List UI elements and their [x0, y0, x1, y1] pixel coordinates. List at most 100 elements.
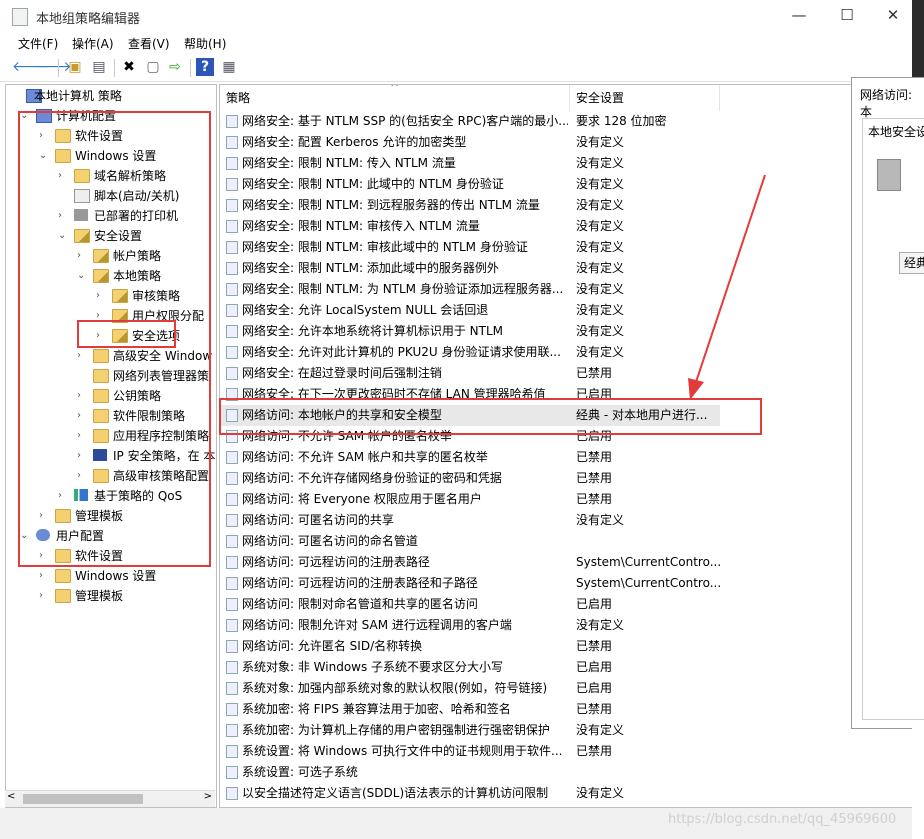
menu-help[interactable]: 帮助(H) — [184, 35, 226, 52]
policy-icon — [226, 220, 238, 233]
policy-row[interactable]: 网络安全: 配置 Kerberos 允许的加密类型 没有定义 — [220, 132, 720, 153]
toolbar-separator — [58, 59, 59, 77]
policy-name: 网络访问: 不允许存储网络身份验证的密码和凭据 — [242, 471, 502, 485]
policy-list-pane[interactable]: 策略 安全设置 ^ 网络安全: 基于 NTLM SSP 的(包括安全 RPC)客… — [219, 84, 914, 808]
policy-row[interactable]: 系统对象: 加强内部系统对象的默认权限(例如，符号链接) 已启用 — [220, 678, 720, 699]
expand-icon[interactable]: › — [39, 566, 49, 586]
up-folder-icon[interactable]: ▣ — [66, 58, 84, 76]
tree-item-label: 管理模板 — [75, 589, 124, 603]
tree-horizontal-scrollbar[interactable]: < > — [5, 790, 215, 807]
policy-icon — [226, 661, 238, 674]
back-icon[interactable]: 🡐 — [12, 58, 50, 76]
show-tree-icon[interactable]: ▤ — [90, 58, 108, 76]
policy-name: 网络访问: 可匿名访问的共享 — [242, 513, 394, 527]
policy-icon — [226, 115, 238, 128]
policy-row[interactable]: 网络安全: 限制 NTLM: 此域中的 NTLM 身份验证 没有定义 — [220, 174, 720, 195]
menu-file[interactable]: 文件(F) — [18, 35, 58, 52]
policy-name: 网络访问: 可远程访问的注册表路径 — [242, 555, 430, 569]
policy-name: 网络安全: 配置 Kerberos 允许的加密类型 — [242, 135, 467, 149]
policy-row[interactable]: 网络访问: 将 Everyone 权限应用于匿名用户 已禁用 — [220, 489, 720, 510]
policy-row[interactable]: 系统对象: 非 Windows 子系统不要求区分大小写 已启用 — [220, 657, 720, 678]
delete-icon[interactable]: ✖ — [120, 58, 138, 76]
policy-row[interactable]: 网络访问: 可匿名访问的共享 没有定义 — [220, 510, 720, 531]
policy-name: 网络安全: 允许 LocalSystem NULL 会话回退 — [242, 303, 489, 317]
policy-setting: 没有定义 — [576, 135, 625, 149]
minimize-button[interactable]: — — [776, 0, 822, 32]
properties-icon[interactable]: ▢ — [144, 58, 162, 76]
policy-row[interactable]: 网络访问: 可匿名访问的命名管道 — [220, 531, 720, 552]
policy-row[interactable]: 以安全描述符定义语言(SDDL)语法表示的计算机访问限制 没有定义 — [220, 783, 720, 804]
policy-icon — [226, 724, 238, 737]
policy-name: 网络安全: 在超过登录时间后强制注销 — [242, 366, 442, 380]
policy-icon — [226, 136, 238, 149]
expand-icon[interactable]: › — [39, 586, 49, 606]
policy-icon — [226, 325, 238, 338]
menu-action[interactable]: 操作(A) — [72, 35, 114, 52]
policy-row[interactable]: 系统设置: 将 Windows 可执行文件中的证书规则用于软件... 已禁用 — [220, 741, 720, 762]
toolbar-separator — [190, 59, 191, 77]
dialog-dropdown[interactable]: 经典 — [899, 252, 924, 274]
policy-row[interactable]: 网络安全: 基于 NTLM SSP 的(包括安全 RPC)客户端的最小... 要求… — [220, 111, 720, 132]
server-icon — [877, 159, 901, 191]
forward-icon[interactable]: 🡒 — [34, 58, 72, 76]
help-icon[interactable]: ? — [196, 58, 214, 76]
policy-row[interactable]: 网络访问: 允许匿名 SID/名称转换 已禁用 — [220, 636, 720, 657]
policy-setting: 没有定义 — [576, 786, 625, 800]
folder-icon — [55, 589, 71, 603]
policy-name: 系统加密: 将 FIPS 兼容算法用于加密、哈希和签名 — [242, 702, 511, 716]
policy-icon — [226, 493, 238, 506]
policy-setting: 没有定义 — [576, 618, 625, 632]
policy-row[interactable]: 网络安全: 允许本地系统将计算机标识用于 NTLM 没有定义 — [220, 321, 720, 342]
policy-name: 网络访问: 限制允许对 SAM 进行远程调用的客户端 — [242, 618, 512, 632]
policy-icon — [226, 346, 238, 359]
policy-icon — [226, 766, 238, 779]
annotation-arrow — [688, 174, 766, 400]
window-title: 本地组策略编辑器 — [36, 12, 141, 27]
scroll-left-icon[interactable]: < — [7, 791, 15, 802]
policy-icon — [226, 514, 238, 527]
menu-view[interactable]: 查看(V) — [128, 35, 170, 52]
policy-row[interactable]: 网络访问: 不允许 SAM 帐户和共享的匿名枚举 已禁用 — [220, 447, 720, 468]
policy-icon — [226, 535, 238, 548]
policy-name: 系统加密: 为计算机上存储的用户密钥强制进行强密钥保护 — [242, 723, 550, 737]
policy-setting: 已启用 — [576, 660, 613, 674]
policy-name: 网络安全: 允许本地系统将计算机标识用于 NTLM — [242, 324, 504, 338]
policy-name: 系统对象: 非 Windows 子系统不要求区分大小写 — [242, 660, 504, 674]
policy-name: 网络安全: 限制 NTLM: 添加此域中的服务器例外 — [242, 261, 499, 275]
policy-row[interactable]: 网络安全: 限制 NTLM: 审核此域中的 NTLM 身份验证 没有定义 — [220, 237, 720, 258]
column-header-setting[interactable]: 安全设置 — [570, 85, 720, 111]
policy-row[interactable]: 网络安全: 限制 NTLM: 为 NTLM 身份验证添加远程服务器... 没有定义 — [220, 279, 720, 300]
background-window-edge — [912, 727, 924, 839]
policy-row[interactable]: 系统加密: 将 FIPS 兼容算法用于加密、哈希和签名 已禁用 — [220, 699, 720, 720]
policy-setting: 没有定义 — [576, 723, 625, 737]
tree-item-label: Windows 设置 — [75, 569, 157, 583]
policy-name: 系统设置: 将 Windows 可执行文件中的证书规则用于软件... — [242, 744, 563, 758]
view-icon[interactable]: ▦ — [220, 58, 238, 76]
export-icon[interactable]: ⇨ — [166, 58, 184, 76]
policy-row[interactable]: 网络安全: 限制 NTLM: 传入 NTLM 流量 没有定义 — [220, 153, 720, 174]
scroll-right-icon[interactable]: > — [204, 791, 212, 802]
dialog-tab[interactable]: 本地安全设 — [868, 123, 924, 140]
policy-row[interactable]: 网络访问: 限制对命名管道和共享的匿名访问 已启用 — [220, 594, 720, 615]
annotation-box-security-options — [77, 320, 176, 348]
policy-row[interactable]: 网络访问: 限制允许对 SAM 进行远程调用的客户端 没有定义 — [220, 615, 720, 636]
policy-row[interactable]: 网络安全: 限制 NTLM: 到远程服务器的传出 NTLM 流量 没有定义 — [220, 195, 720, 216]
policy-row[interactable]: 网络访问: 可远程访问的注册表路径 System\CurrentContro... — [220, 552, 720, 573]
policy-row[interactable]: 网络安全: 允许对此计算机的 PKU2U 身份验证请求使用联... 没有定义 — [220, 342, 720, 363]
policy-name: 系统设置: 可选子系统 — [242, 765, 358, 779]
policy-row[interactable]: 网络访问: 可远程访问的注册表路径和子路径 System\CurrentContr… — [220, 573, 720, 594]
policy-row[interactable]: 网络安全: 限制 NTLM: 添加此域中的服务器例外 没有定义 — [220, 258, 720, 279]
policy-icon — [226, 304, 238, 317]
policy-name: 网络安全: 限制 NTLM: 到远程服务器的传出 NTLM 流量 — [242, 198, 540, 212]
policy-row[interactable]: 网络安全: 在超过登录时间后强制注销 已禁用 — [220, 363, 720, 384]
scrollbar-thumb[interactable] — [23, 794, 143, 804]
policy-row[interactable]: 网络访问: 不允许存储网络身份验证的密码和凭据 已禁用 — [220, 468, 720, 489]
close-button[interactable]: ✕ — [870, 0, 916, 32]
policy-row[interactable]: 系统设置: 可选子系统 — [220, 762, 720, 783]
policy-row[interactable]: 网络安全: 允许 LocalSystem NULL 会话回退 没有定义 — [220, 300, 720, 321]
policy-row[interactable]: 系统加密: 为计算机上存储的用户密钥强制进行强密钥保护 没有定义 — [220, 720, 720, 741]
maximize-button[interactable]: ☐ — [824, 0, 870, 32]
policy-setting: System\CurrentContro... — [576, 576, 720, 590]
policy-name: 网络安全: 限制 NTLM: 为 NTLM 身份验证添加远程服务器... — [242, 282, 564, 296]
policy-row[interactable]: 网络安全: 限制 NTLM: 审核传入 NTLM 流量 没有定义 — [220, 216, 720, 237]
